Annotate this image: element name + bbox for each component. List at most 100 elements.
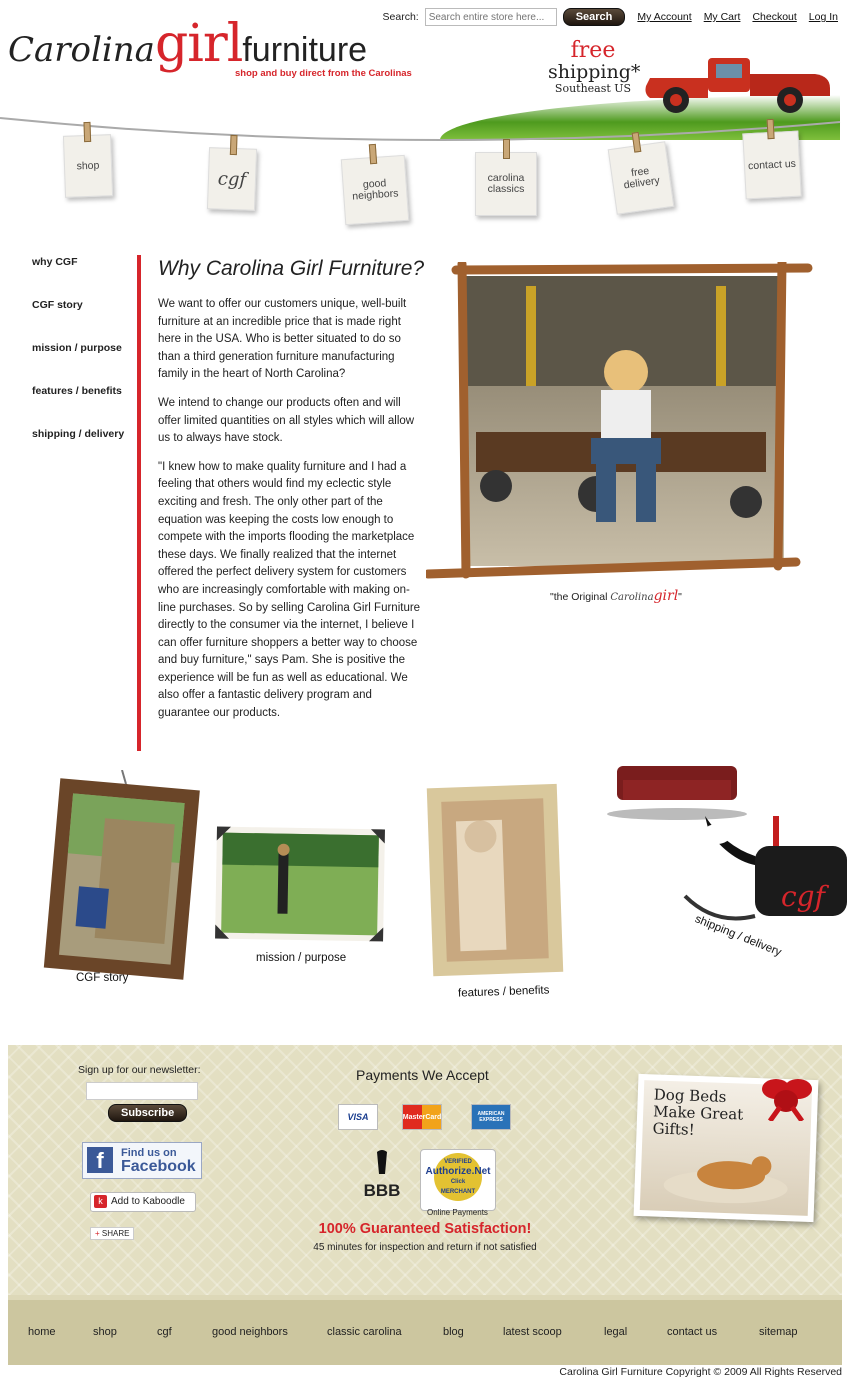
footer-nav-cgf[interactable]: cgf	[157, 1326, 172, 1338]
free-text: free	[570, 38, 616, 63]
photo-caption-mission-purpose[interactable]: mission / purpose	[256, 952, 346, 964]
tag-label: cgf	[217, 168, 247, 190]
clothesline	[0, 117, 841, 142]
footer-nav-sitemap[interactable]: sitemap	[759, 1326, 798, 1338]
visa-icon: VISA	[338, 1104, 378, 1130]
side-nav: why CGF CGF story mission / purpose feat…	[32, 256, 124, 471]
logo-carolina: Carolina	[8, 30, 155, 70]
payments-title: Payments We Accept	[356, 1067, 489, 1083]
footer-nav-contact-us[interactable]: contact us	[667, 1326, 717, 1338]
caption-girl: girl	[653, 588, 679, 604]
tag-shop[interactable]: shop	[62, 121, 114, 198]
paragraph: We intend to change our products often a…	[158, 396, 415, 445]
site-tagline: shop and buy direct from the Carolinas	[235, 68, 412, 79]
sidenav-cgf-story[interactable]: CGF story	[32, 299, 124, 342]
search-input[interactable]	[424, 8, 557, 26]
clothespin-icon	[503, 139, 510, 159]
search-button[interactable]: Search	[562, 8, 626, 26]
tag-label: shop	[76, 159, 100, 172]
my-cart-link[interactable]: My Cart	[704, 11, 741, 23]
footer-nav-latest-scoop[interactable]: latest scoop	[503, 1326, 562, 1338]
clothespin-icon	[229, 134, 238, 156]
free-shipping-promo[interactable]: free shipping* Southeast US	[548, 38, 641, 96]
site-logo[interactable]: Carolinagirlfurniture	[8, 14, 367, 74]
main-body: We want to offer our customers unique, w…	[158, 296, 424, 734]
tag-label: contact us	[747, 157, 797, 172]
authnet-click: Click	[450, 1179, 466, 1185]
promo-text: Dog Beds Make Great Gifts!	[652, 1085, 744, 1139]
sidenav-features-benefits[interactable]: features / benefits	[32, 385, 124, 428]
clothespin-icon	[368, 143, 378, 165]
search-label: Search:	[382, 11, 419, 23]
sidenav-shipping-delivery[interactable]: shipping / delivery	[32, 428, 124, 471]
guarantee-heading: 100% Guaranteed Satisfaction!	[318, 1221, 532, 1237]
page-title: Why Carolina Girl Furniture?	[158, 257, 425, 280]
footer-nav-good-neighbors[interactable]: good neighbors	[212, 1326, 288, 1338]
bbb-logo: BBB	[354, 1150, 410, 1202]
top-bar: Search: Search My Account My Cart Checko…	[383, 8, 838, 26]
photo-caption-features-benefits[interactable]: features / benefits	[458, 984, 550, 999]
login-link[interactable]: Log In	[809, 11, 838, 23]
shipping-region: Southeast US	[554, 82, 632, 95]
my-account-link[interactable]: My Account	[637, 11, 691, 23]
features-benefits-photo[interactable]	[424, 780, 568, 980]
logo-girl: girl	[154, 14, 243, 74]
facebook-icon: f	[87, 1147, 113, 1173]
logo-furniture: furniture	[242, 31, 368, 69]
red-divider	[137, 255, 141, 751]
footer-nav-shop[interactable]: shop	[93, 1326, 117, 1338]
caption-suffix: "	[678, 591, 682, 603]
sidenav-why-cgf[interactable]: why CGF	[32, 256, 124, 299]
newsletter-label: Sign up for our newsletter:	[78, 1064, 201, 1076]
facebook-button[interactable]: f Find us on Facebook	[82, 1142, 202, 1179]
guarantee-subtext: 45 minutes for inspection and return if …	[313, 1242, 537, 1253]
torch-icon	[377, 1150, 387, 1174]
red-truck-icon	[645, 58, 830, 113]
kaboodle-button[interactable]: k Add to Kaboodle	[90, 1192, 196, 1212]
tag-cgf[interactable]: cgf	[206, 134, 258, 211]
mission-purpose-photo[interactable]	[212, 824, 390, 946]
shipping-text: shipping	[548, 61, 631, 83]
gift-bow-icon	[762, 1079, 812, 1121]
share-button[interactable]: + SHARE	[90, 1227, 135, 1240]
mastercard-icon: MasterCard	[402, 1104, 442, 1130]
tag-free-delivery[interactable]: free delivery	[607, 131, 675, 215]
site-footer: Sign up for our newsletter: Subscribe f …	[8, 1045, 842, 1365]
tag-good-neighbors[interactable]: good neighbors	[340, 143, 410, 226]
cgf-story-photo[interactable]	[40, 770, 205, 985]
subscribe-button[interactable]: Subscribe	[108, 1104, 188, 1122]
authnet-name: Authorize.Net	[425, 1166, 491, 1177]
facebook-big-text: Facebook	[121, 1158, 196, 1175]
footer-nav-blog[interactable]: blog	[443, 1326, 464, 1338]
bbb-text: BBB	[363, 1181, 401, 1200]
sidenav-mission-purpose[interactable]: mission / purpose	[32, 342, 124, 385]
plus-icon: +	[95, 1229, 100, 1238]
caption-prefix: "the Original	[550, 591, 611, 603]
footer-nav-legal[interactable]: legal	[604, 1326, 627, 1338]
tag-label: good neighbors	[351, 177, 399, 203]
paragraph: "I knew how to make quality furniture an…	[158, 460, 421, 720]
tag-carolina-classics[interactable]: carolina classics	[475, 139, 537, 216]
clothespin-icon	[83, 121, 92, 143]
authorize-net-seal[interactable]: VERIFIED Authorize.Net Click MERCHANT	[420, 1149, 496, 1211]
paragraph: We want to offer our customers unique, w…	[158, 298, 407, 381]
shipping-asterisk: *	[630, 61, 641, 83]
clothespin-icon	[766, 118, 775, 140]
footer-nav-classic-carolina[interactable]: classic carolina	[327, 1326, 402, 1338]
caption-script: Carolina	[610, 592, 654, 603]
online-payments-label: Online Payments	[427, 1208, 488, 1217]
copyright-text: Carolina Girl Furniture Copyright © 2009…	[559, 1366, 842, 1378]
site-header: Carolinagirlfurniture shop and buy direc…	[0, 0, 850, 230]
amex-icon: AMERICAN EXPRESS	[471, 1104, 511, 1130]
svg-text:cgf: cgf	[781, 880, 830, 913]
photo-caption-cgf-story[interactable]: CGF story	[76, 972, 128, 984]
kaboodle-label: Add to Kaboodle	[111, 1196, 185, 1207]
share-label: SHARE	[101, 1229, 130, 1238]
checkout-link[interactable]: Checkout	[752, 11, 796, 23]
founder-photo	[426, 262, 813, 579]
newsletter-email-input[interactable]	[86, 1082, 198, 1100]
footer-nav-home[interactable]: home	[28, 1326, 56, 1338]
tag-contact-us[interactable]: contact us	[742, 118, 802, 200]
photo-caption: "the Original Carolinagirl"	[550, 588, 682, 604]
authnet-merchant: MERCHANT	[440, 1189, 476, 1195]
